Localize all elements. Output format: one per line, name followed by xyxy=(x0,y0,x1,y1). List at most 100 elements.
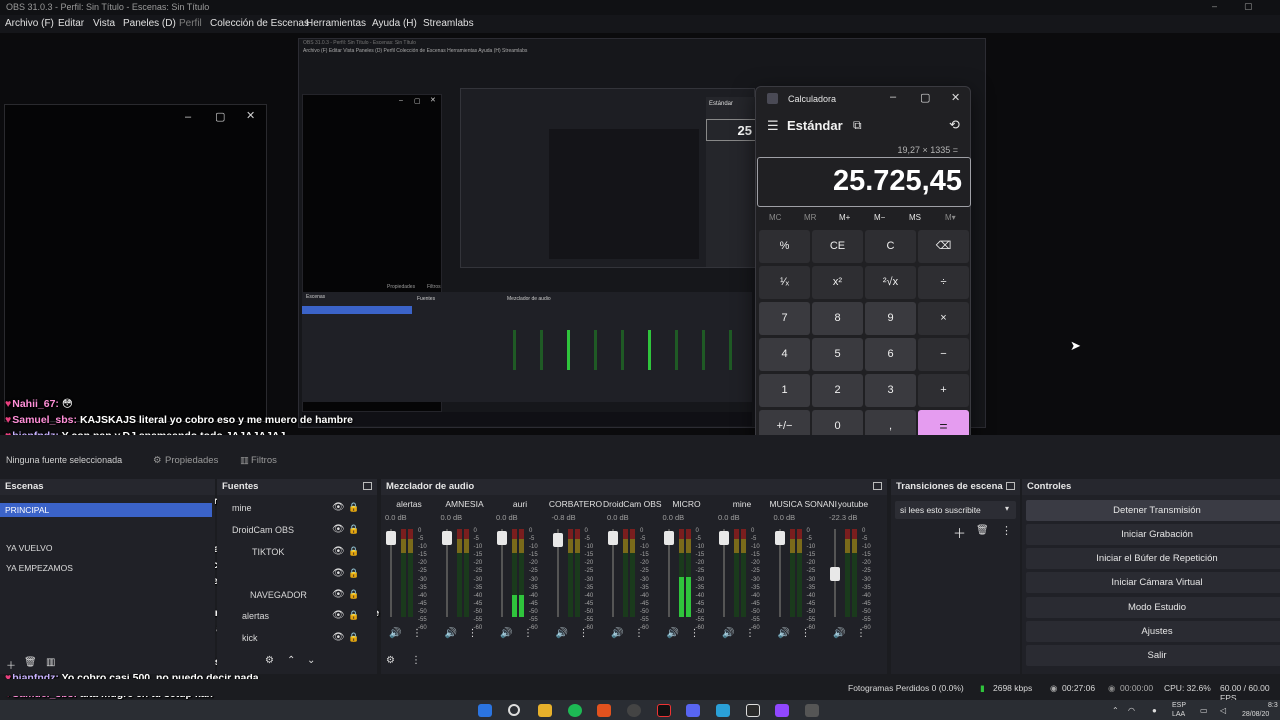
channel-menu-icon[interactable]: ⋮ xyxy=(579,628,589,639)
store-icon[interactable] xyxy=(716,704,730,717)
add-transition-icon[interactable]: ＋ xyxy=(953,523,966,542)
maximize-icon[interactable]: ▢ xyxy=(215,110,225,123)
source-item[interactable]: 👁 🔒 xyxy=(220,565,368,585)
language-indicator[interactable]: ESP xyxy=(1172,702,1186,709)
speaker-icon[interactable]: 🔊 xyxy=(556,628,568,639)
lock-icon[interactable]: 🔒 xyxy=(348,589,359,600)
tab-filters[interactable]: Filtros xyxy=(251,455,277,466)
maximize-icon[interactable]: ▢ xyxy=(920,91,930,104)
trash-icon[interactable]: 🗑 xyxy=(24,657,37,668)
speaker-icon[interactable]: 🔊 xyxy=(500,628,512,639)
eye-icon[interactable]: 👁 xyxy=(332,589,345,600)
undock-icon[interactable] xyxy=(1006,482,1015,490)
lock-icon[interactable]: 🔒 xyxy=(348,502,359,513)
close-icon[interactable]: ✕ xyxy=(951,91,960,104)
virtual-camera-button[interactable]: Iniciar Cámara Virtual xyxy=(1026,572,1280,593)
speaker-icon[interactable]: 🔊 xyxy=(445,628,457,639)
calc-key[interactable]: 9 xyxy=(865,302,916,335)
tiktok-icon[interactable] xyxy=(657,704,671,717)
obs-icon[interactable] xyxy=(627,704,641,717)
mem-mplus-button[interactable]: M+ xyxy=(839,213,850,222)
discord-icon[interactable] xyxy=(686,704,700,717)
calc-key[interactable]: x² xyxy=(812,266,863,299)
source-item[interactable]: NAVEGADOR 👁 🔒 xyxy=(220,586,368,606)
studio-mode-button[interactable]: Modo Estudio xyxy=(1026,597,1280,618)
hamburger-menu-icon[interactable]: ☰ xyxy=(767,118,779,134)
calc-key[interactable]: % xyxy=(759,230,810,263)
mem-ms-button[interactable]: MS xyxy=(909,213,921,222)
maximize-button[interactable]: ▢ xyxy=(1244,1,1253,12)
calc-key[interactable]: 7 xyxy=(759,302,810,335)
start-recording-button[interactable]: Iniciar Grabación xyxy=(1026,524,1280,545)
mic-icon[interactable]: ● xyxy=(1152,706,1157,715)
calculator-taskbar-icon[interactable] xyxy=(805,704,819,717)
mem-mr-button[interactable]: MR xyxy=(804,213,816,222)
source-item[interactable]: kick 👁 🔒 xyxy=(220,629,368,649)
network-icon[interactable]: ▭ xyxy=(1200,706,1208,715)
source-item[interactable]: alertas 👁 🔒 xyxy=(220,607,368,627)
calc-key[interactable]: 5 xyxy=(812,338,863,371)
wifi-icon[interactable]: ◠ xyxy=(1128,706,1135,715)
menu-perfil[interactable]: Perfil xyxy=(179,18,202,29)
lock-icon[interactable]: 🔒 xyxy=(348,610,359,621)
transition-select[interactable]: si lees esto suscribite ▾ xyxy=(895,501,1016,519)
menu-paneles[interactable]: Paneles (D) xyxy=(123,18,176,29)
minimize-button[interactable]: – xyxy=(1212,1,1217,11)
source-item[interactable]: TIKTOK 👁 🔒 xyxy=(220,543,368,563)
eye-icon[interactable]: 👁 xyxy=(332,568,345,579)
speaker-icon[interactable]: 🔊 xyxy=(778,628,790,639)
menu-streamlabs[interactable]: Streamlabs xyxy=(423,18,474,29)
menu-archivo[interactable]: Archivo (F) xyxy=(5,18,54,29)
brave-icon[interactable] xyxy=(597,704,611,717)
channel-menu-icon[interactable]: ⋮ xyxy=(801,628,811,639)
menu-editar[interactable]: Editar xyxy=(58,18,84,29)
source-item[interactable]: DroidCam OBS 👁 🔒 xyxy=(220,521,368,541)
calc-key[interactable]: + xyxy=(918,374,969,407)
exit-button[interactable]: Salir xyxy=(1026,645,1280,666)
eye-icon[interactable]: 👁 xyxy=(332,632,345,643)
mem-mminus-button[interactable]: M− xyxy=(874,213,885,222)
settings-button[interactable]: Ajustes xyxy=(1026,621,1280,642)
spotify-icon[interactable] xyxy=(568,704,582,717)
add-icon[interactable]: ＋ xyxy=(6,657,16,672)
filter-icon[interactable]: ▥ xyxy=(46,657,55,668)
calc-key[interactable]: 8 xyxy=(812,302,863,335)
minimize-icon[interactable]: – xyxy=(185,111,191,123)
calc-key[interactable]: 1 xyxy=(759,374,810,407)
eye-icon[interactable]: 👁 xyxy=(332,502,345,513)
tab-properties[interactable]: Propiedades xyxy=(165,455,218,466)
calc-key[interactable]: 6 xyxy=(865,338,916,371)
menu-vista[interactable]: Vista xyxy=(93,18,115,29)
stop-stream-button[interactable]: Detener Transmisión xyxy=(1026,500,1280,521)
speaker-icon[interactable]: 🔊 xyxy=(722,628,734,639)
menu-herramientas[interactable]: Herramientas xyxy=(306,18,366,29)
channel-menu-icon[interactable]: ⋮ xyxy=(412,628,422,639)
calc-key[interactable]: ÷ xyxy=(918,266,969,299)
channel-menu-icon[interactable]: ⋮ xyxy=(634,628,644,639)
mem-mc-button[interactable]: MC xyxy=(769,213,781,222)
calc-key[interactable]: ⌫ xyxy=(918,230,969,263)
windows-start-icon[interactable] xyxy=(478,704,492,717)
mixer-settings-icon[interactable]: ⚙ xyxy=(386,655,395,666)
menu-ayuda[interactable]: Ayuda (H) xyxy=(372,18,417,29)
channel-menu-icon[interactable]: ⋮ xyxy=(690,628,700,639)
trash-icon[interactable]: 🗑 xyxy=(976,525,989,536)
fader-knob[interactable] xyxy=(663,531,674,546)
chevron-up-icon[interactable]: ⌃ xyxy=(287,655,295,666)
chevron-down-icon[interactable]: ⌄ xyxy=(307,655,315,666)
undock-icon[interactable] xyxy=(363,482,372,490)
fader-knob[interactable] xyxy=(386,531,396,546)
fader-knob[interactable] xyxy=(552,533,563,548)
calculator-window[interactable]: Calculadora – ▢ ✕ ☰ Estándar ⧉ ⟲ 19,27 ×… xyxy=(755,86,971,448)
calc-key[interactable]: CE xyxy=(812,230,863,263)
channel-menu-icon[interactable]: ⋮ xyxy=(468,628,478,639)
fader-knob[interactable] xyxy=(774,531,785,546)
fader-knob[interactable] xyxy=(441,531,452,546)
keep-on-top-icon[interactable]: ⧉ xyxy=(853,118,862,133)
calc-key[interactable]: − xyxy=(918,338,969,371)
source-item[interactable]: mine 👁 🔒 xyxy=(220,499,368,519)
calc-key[interactable]: 3 xyxy=(865,374,916,407)
mem-list-button[interactable]: M▾ xyxy=(945,213,956,222)
scene-item-ya-empezamos[interactable]: YA EMPEZAMOS xyxy=(6,563,73,573)
fader-knob[interactable] xyxy=(830,566,840,581)
